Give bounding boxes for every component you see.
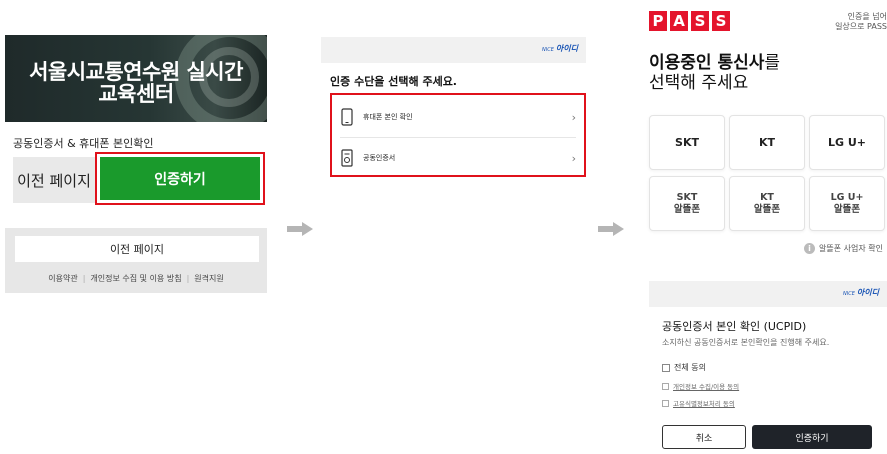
agree-all-checkbox[interactable]: 전체 동의 — [662, 362, 706, 373]
hero-banner: 서울시교통연수원 실시간 교육센터 — [5, 35, 267, 122]
footer-links: 이용약관 | 개인정보 수집 및 이용 방침 | 원격지원 — [5, 273, 267, 284]
cancel-button[interactable]: 취소 — [662, 425, 746, 449]
auth-method-title: 인증 수단을 선택해 주세요. — [330, 75, 457, 88]
tagline-line1: 인증을 넘어 — [847, 12, 887, 21]
checkbox[interactable] — [662, 382, 669, 390]
nice-logo-text: 아이디 — [555, 44, 578, 53]
mvno-line1: SKT — [676, 191, 698, 203]
mvno-line2: 알뜰폰 — [833, 203, 861, 215]
checkbox[interactable] — [662, 399, 669, 407]
chevron-right-icon: › — [571, 151, 576, 165]
checkbox[interactable] — [662, 363, 670, 372]
agree-all-label: 전체 동의 — [674, 363, 706, 372]
carrier-kt-button[interactable]: KT — [729, 115, 805, 170]
verify-button[interactable]: 인증하기 — [752, 425, 872, 449]
privacy-link[interactable]: 개인정보 수집 및 이용 방침 — [90, 274, 181, 283]
panel-pass-carrier: P A S S 인증을 넘어 일상으로 PASS 이용중인 통신사를 선택해 주… — [640, 0, 887, 454]
terms-link[interactable]: 이용약관 — [48, 274, 77, 283]
agree-privacy-checkbox[interactable]: 개인정보 수집/이용 동의 — [662, 381, 739, 391]
carrier-skt-button[interactable]: SKT — [649, 115, 725, 170]
nice-header: NICE 아이디 — [321, 37, 586, 63]
method-label: 공동인증서 — [363, 154, 396, 162]
agree-identifier-checkbox[interactable]: 고유식별정보처리 동의 — [662, 398, 735, 408]
agree-privacy-label[interactable]: 개인정보 수집/이용 동의 — [673, 381, 739, 391]
panel-nice-auth: NICE 아이디 인증 수단을 선택해 주세요. 휴대폰 본인 확인 › 공동인증… — [318, 0, 594, 454]
nice-logo-small: NICE — [843, 291, 855, 297]
pass-tagline: 인증을 넘어 일상으로 PASS — [835, 12, 887, 32]
carrier-lgu-mvno-button[interactable]: LG U+ 알뜰폰 — [809, 176, 885, 231]
ucpid-description: 소지하신 공동인증서로 본인확인을 진행해 주세요. — [662, 338, 830, 347]
nice-logo-small: NICE — [542, 47, 554, 53]
mvno-line1: KT — [760, 191, 774, 203]
authenticate-button[interactable]: 인증하기 — [100, 157, 260, 200]
smartphone-icon — [341, 108, 353, 126]
method-certificate[interactable]: 공동인증서 › — [340, 138, 576, 178]
nice-header: NICE 아이디 — [649, 281, 887, 307]
separator: | — [186, 274, 190, 283]
certificate-icon — [341, 149, 353, 167]
carrier-title-line2: 선택해 주세요 — [649, 73, 749, 93]
pass-logo-letter: A — [670, 11, 688, 31]
separator: | — [82, 274, 86, 283]
mvno-check-link[interactable]: i 알뜰폰 사업자 확인 — [804, 243, 883, 254]
footer-previous-page-button[interactable]: 이전 페이지 — [15, 236, 259, 262]
carrier-title-bold: 이용중인 통신사 — [649, 53, 765, 73]
carrier-lgu-button[interactable]: LG U+ — [809, 115, 885, 170]
hero-title-line2: 교육센터 — [98, 82, 174, 106]
hero-title: 서울시교통연수원 실시간 교육센터 — [5, 61, 267, 105]
chevron-right-icon: › — [571, 110, 576, 124]
carrier-title-suffix: 를 — [764, 53, 781, 73]
ucpid-title: 공동인증서 본인 확인 (UCPID) — [662, 320, 807, 333]
panel-training-center: 서울시교통연수원 실시간 교육센터 공동인증서 & 휴대폰 본인확인 이전 페이… — [0, 0, 272, 454]
method-mobile[interactable]: 휴대폰 본인 확인 › — [340, 97, 576, 137]
auth-subtitle: 공동인증서 & 휴대폰 본인확인 — [13, 137, 154, 150]
previous-page-button[interactable]: 이전 페이지 — [13, 157, 95, 203]
hero-title-line1: 서울시교통연수원 실시간 — [29, 60, 243, 84]
mvno-line1: LG U+ — [830, 191, 864, 203]
tagline-line2: 일상으로 PASS — [835, 22, 887, 31]
footer: 이전 페이지 이용약관 | 개인정보 수집 및 이용 방침 | 원격지원 — [5, 228, 267, 293]
nice-logo-text: 아이디 — [856, 288, 879, 297]
pass-logo-letter: S — [691, 11, 709, 31]
nice-logo: NICE 아이디 — [843, 287, 879, 298]
arrow-right-icon — [598, 222, 624, 236]
mvno-check-label: 알뜰폰 사업자 확인 — [819, 244, 883, 253]
remote-support-link[interactable]: 원격지원 — [194, 274, 223, 283]
auth-method-list: 휴대폰 본인 확인 › 공동인증서 › — [330, 93, 586, 177]
method-label: 휴대폰 본인 확인 — [363, 113, 413, 121]
pass-logo-letter: S — [712, 11, 730, 31]
pass-logo: P A S S — [649, 11, 730, 31]
arrow-right-icon — [287, 222, 313, 236]
agree-identifier-label[interactable]: 고유식별정보처리 동의 — [673, 398, 735, 408]
info-icon: i — [804, 243, 816, 254]
mvno-line2: 알뜰폰 — [673, 203, 701, 215]
nice-logo: NICE 아이디 — [542, 43, 578, 54]
carrier-title: 이용중인 통신사를 선택해 주세요 — [649, 53, 780, 93]
pass-logo-letter: P — [649, 11, 667, 31]
carrier-skt-mvno-button[interactable]: SKT 알뜰폰 — [649, 176, 725, 231]
mvno-line2: 알뜰폰 — [753, 203, 781, 215]
carrier-kt-mvno-button[interactable]: KT 알뜰폰 — [729, 176, 805, 231]
